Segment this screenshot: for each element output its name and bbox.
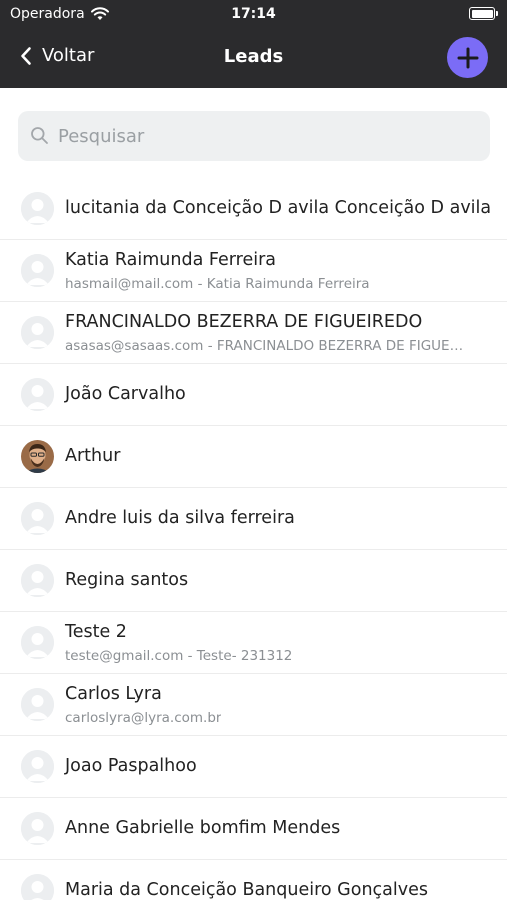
user-avatar-icon <box>21 750 54 783</box>
lead-name: Joao Paspalhoo <box>65 756 197 776</box>
search-bar[interactable] <box>18 111 490 161</box>
user-avatar-icon <box>21 192 54 225</box>
lead-name: Katia Raimunda Ferreira <box>65 250 277 270</box>
lead-name: Arthur <box>65 446 121 466</box>
lead-subtitle: asasas@sasaas.com - FRANCINALDO BEZERRA … <box>65 338 465 354</box>
user-avatar-icon <box>21 564 54 597</box>
lead-row[interactable]: Teste 2 teste@gmail.com - Teste- 231312 <box>0 612 507 674</box>
search-input[interactable] <box>58 111 478 161</box>
lead-name: Regina santos <box>65 570 189 590</box>
add-lead-button[interactable] <box>447 37 488 78</box>
lead-subtitle: hasmail@mail.com - Katia Raimunda Ferrei… <box>65 276 370 292</box>
lead-row[interactable]: Carlos Lyra carloslyra@lyra.com.br <box>0 674 507 736</box>
lead-row[interactable]: Regina santos <box>0 550 507 612</box>
lead-row[interactable]: Maria da Conceição Banqueiro Gonçalves <box>0 860 507 900</box>
lead-name: Maria da Conceição Banqueiro Gonçalves <box>65 880 428 900</box>
user-photo-avatar <box>21 440 54 473</box>
lead-row[interactable]: João Carvalho <box>0 364 507 426</box>
lead-name: Carlos Lyra <box>65 684 162 704</box>
battery-icon <box>469 7 498 20</box>
lead-subtitle: carloslyra@lyra.com.br <box>65 710 222 726</box>
lead-name: FRANCINALDO BEZERRA DE FIGUEIREDO <box>65 312 423 332</box>
lead-row[interactable]: lucitania da Conceição D avila Conceição… <box>0 178 507 240</box>
user-avatar-icon <box>21 626 54 659</box>
lead-row[interactable]: Arthur <box>0 426 507 488</box>
lead-name: João Carvalho <box>65 384 186 404</box>
lead-name: Teste 2 <box>65 622 127 642</box>
user-avatar-icon <box>21 812 54 845</box>
lead-name: Anne Gabrielle bomfim Mendes <box>65 818 341 838</box>
user-avatar-icon <box>21 502 54 535</box>
status-time: 17:14 <box>231 6 276 22</box>
user-avatar-icon <box>21 378 54 411</box>
user-avatar-icon <box>21 316 54 349</box>
user-avatar-icon <box>21 688 54 721</box>
status-bar: Operadora 17:14 <box>0 0 507 28</box>
lead-row[interactable]: Joao Paspalhoo <box>0 736 507 798</box>
page-title: Leads <box>223 46 284 67</box>
user-avatar-icon <box>21 874 54 900</box>
lead-subtitle: teste@gmail.com - Teste- 231312 <box>65 648 293 664</box>
lead-name: Andre luis da silva ferreira <box>65 508 295 528</box>
lead-name: lucitania da Conceição D avila Conceição… <box>65 198 492 218</box>
lead-row[interactable]: Katia Raimunda Ferreira hasmail@mail.com … <box>0 240 507 302</box>
user-avatar-icon <box>21 254 54 287</box>
leads-list: lucitania da Conceição D avila Conceição… <box>0 178 507 900</box>
lead-row[interactable]: FRANCINALDO BEZERRA DE FIGUEIREDO asasas@… <box>0 302 507 364</box>
lead-row[interactable]: Andre luis da silva ferreira <box>0 488 507 550</box>
search-icon <box>31 127 48 144</box>
plus-icon <box>457 47 478 68</box>
lead-row[interactable]: Anne Gabrielle bomfim Mendes <box>0 798 507 860</box>
navigation-bar: Voltar Leads <box>0 28 507 88</box>
